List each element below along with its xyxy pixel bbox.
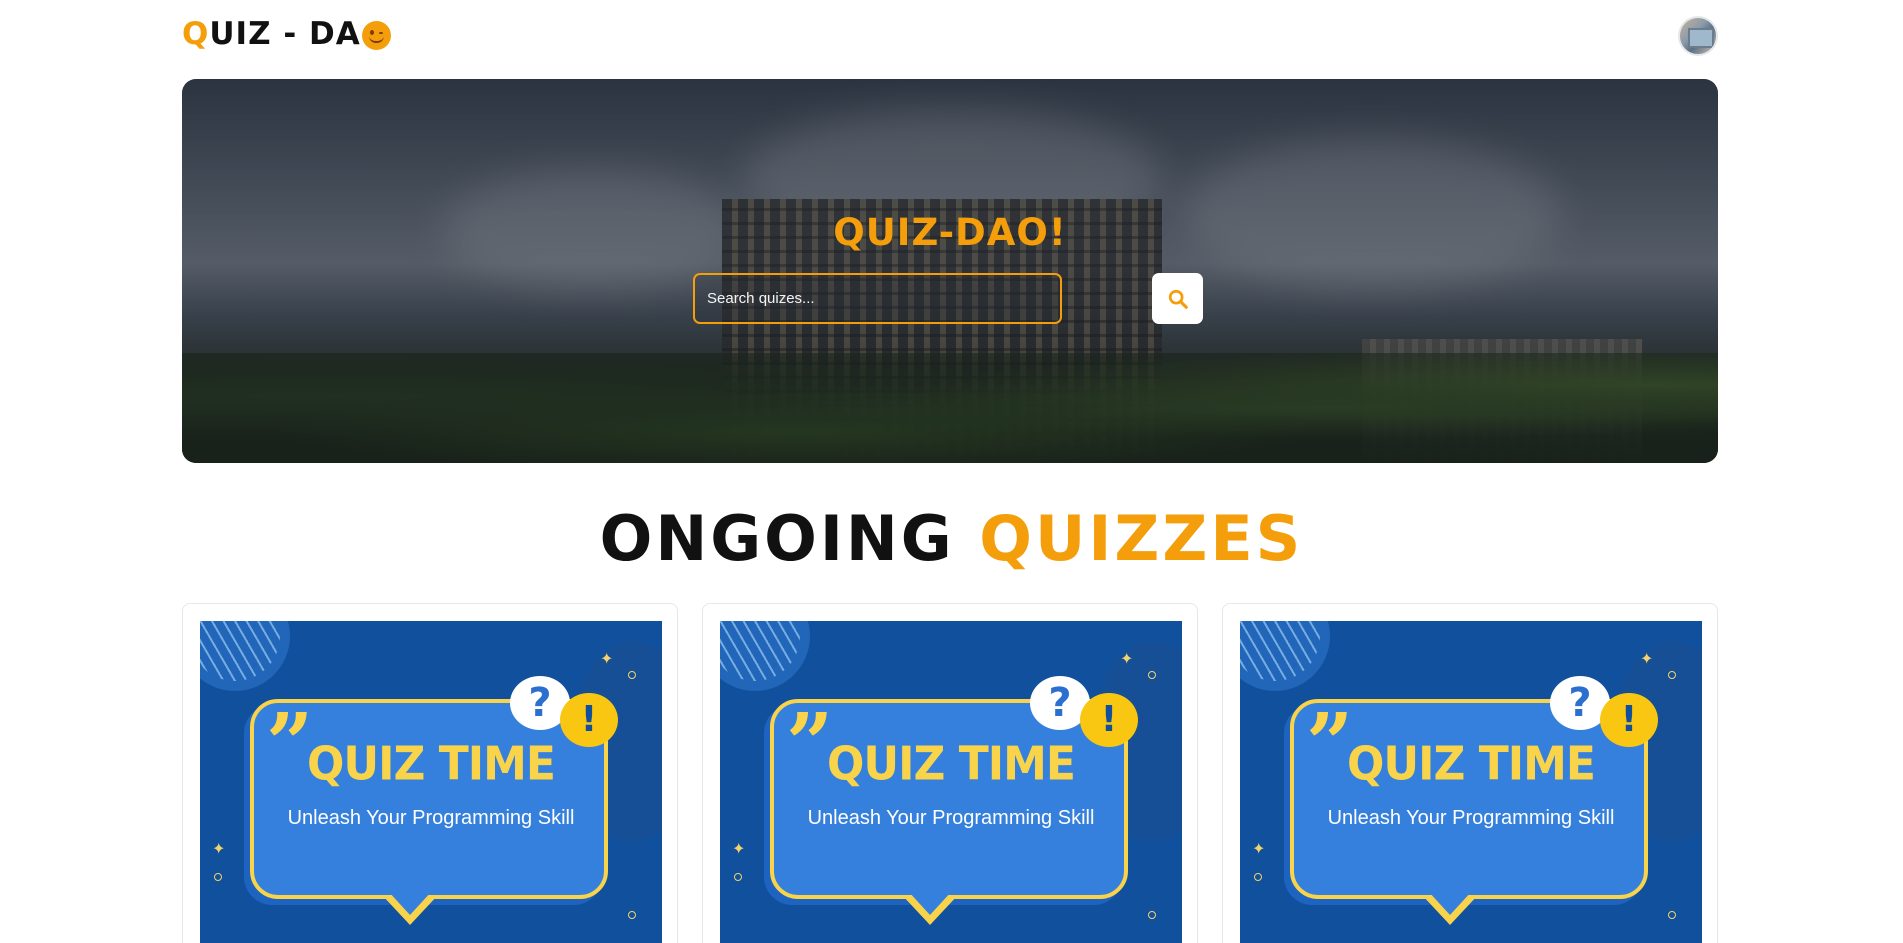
quiz-banner-image[interactable]: ✦ ✦ ” ? ! QUIZ TIME Unleash Your Program… — [200, 621, 662, 943]
ring-icon — [1254, 873, 1262, 881]
speech-bubble-tail — [382, 891, 438, 925]
site-logo[interactable]: Q UIZ - DA — [182, 16, 391, 52]
ring-icon — [734, 873, 742, 881]
ring-icon — [1148, 911, 1156, 919]
quiz-banner-image[interactable]: ✦ ✦ ” ? ! QUIZ TIME Unleash Your Program… — [720, 621, 1182, 943]
quiz-card[interactable]: ✦ ✦ ” ? ! QUIZ TIME Unleash Your Program… — [1222, 603, 1718, 943]
hero-overlay — [182, 79, 1718, 463]
section-title-word2: QUIZZES — [979, 502, 1304, 575]
sparkle-icon: ✦ — [1640, 649, 1654, 668]
sparkle-icon: ✦ — [732, 839, 746, 858]
quiz-banner-subtitle: Unleash Your Programming Skill — [287, 807, 575, 829]
decorative-dots — [200, 621, 290, 691]
ring-icon — [214, 873, 222, 881]
ring-icon — [1148, 671, 1156, 679]
ring-icon — [628, 911, 636, 919]
top-navbar: Q UIZ - DA — [182, 14, 1718, 56]
speech-bubble-tail — [1422, 891, 1478, 925]
decorative-dots — [1240, 621, 1330, 691]
logo-text: UIZ - DA — [209, 16, 361, 52]
quiz-banner-title: QUIZ TIME — [1347, 737, 1596, 792]
quiz-banner-subtitle: Unleash Your Programming Skill — [1327, 807, 1615, 829]
search-icon — [1168, 289, 1188, 309]
search-button[interactable] — [1152, 273, 1203, 324]
ring-icon — [1668, 671, 1676, 679]
hero-banner: QUIZ-DAO! — [182, 79, 1718, 463]
ring-icon — [1668, 911, 1676, 919]
user-avatar[interactable] — [1678, 16, 1718, 56]
quiz-banner-title: QUIZ TIME — [307, 737, 556, 792]
quiz-banner-image[interactable]: ✦ ✦ ” ? ! QUIZ TIME Unleash Your Program… — [1240, 621, 1702, 943]
hero-title: QUIZ-DAO! — [833, 211, 1067, 254]
decorative-dots — [720, 621, 810, 691]
quiz-banner-title: QUIZ TIME — [827, 737, 1076, 792]
smiling-face-icon — [361, 20, 391, 50]
search-input[interactable] — [693, 273, 1062, 324]
quiz-banner-subtitle: Unleash Your Programming Skill — [807, 807, 1095, 829]
ring-icon — [628, 671, 636, 679]
sparkle-icon: ✦ — [600, 649, 614, 668]
section-title-word1: ONGOING — [599, 502, 955, 575]
sparkle-icon: ✦ — [212, 839, 226, 858]
section-title: ONGOING QUIZZES — [0, 502, 1903, 575]
quiz-card[interactable]: ✦ ✦ ” ? ! QUIZ TIME Unleash Your Program… — [702, 603, 1198, 943]
sparkle-icon: ✦ — [1120, 649, 1134, 668]
speech-bubble-tail — [902, 891, 958, 925]
sparkle-icon: ✦ — [1252, 839, 1266, 858]
quiz-card[interactable]: ✦ ✦ ” ? ! QUIZ TIME Unleash Your Program… — [182, 603, 678, 943]
logo-letter-q: Q — [182, 16, 210, 52]
